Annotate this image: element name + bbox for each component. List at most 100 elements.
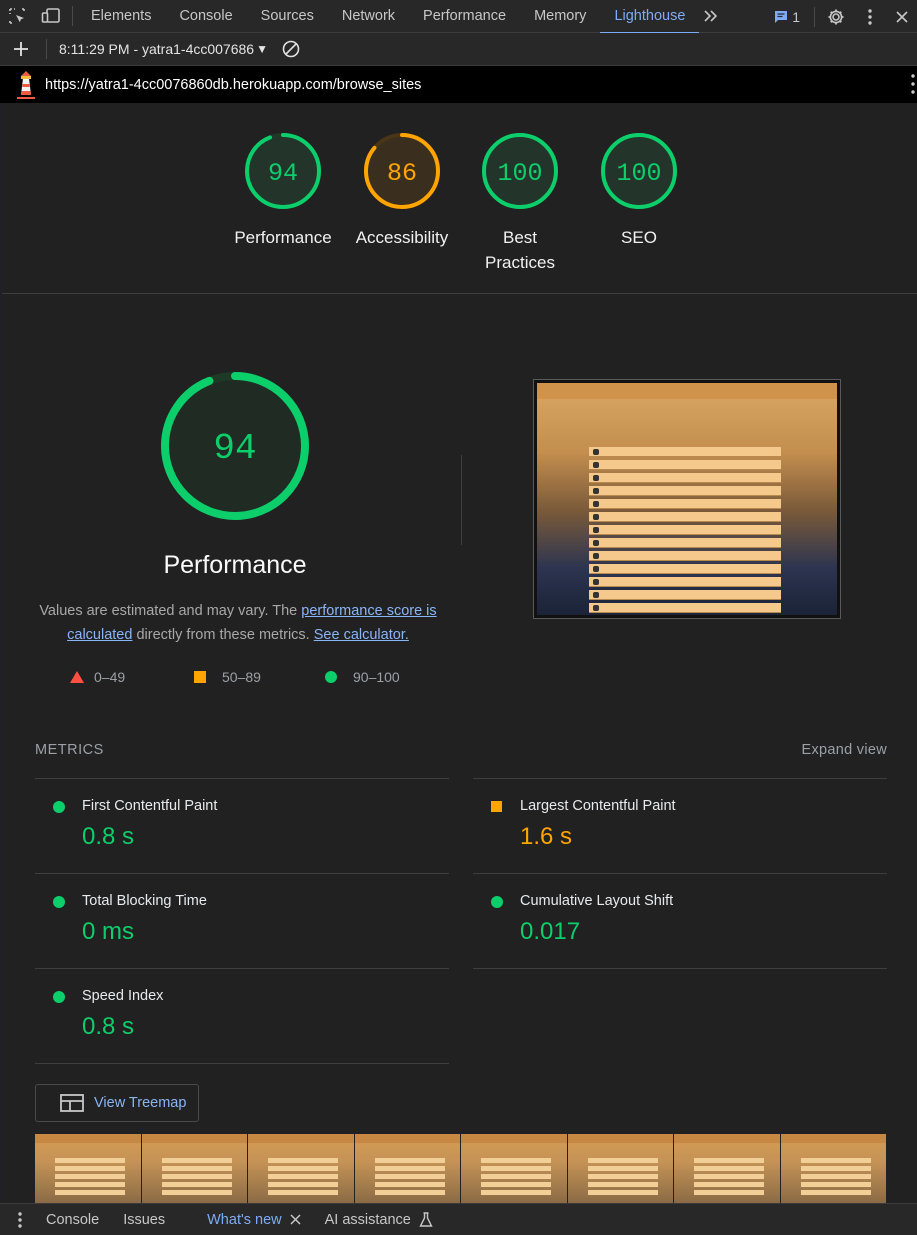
gauge-accessibility-label: Accessibility [355,228,449,247]
device-toolbar-icon[interactable] [34,0,68,33]
gauge-seo-ring: 100 [601,133,677,209]
filmstrip-frame [248,1134,355,1203]
circle-pass-icon [491,896,503,908]
expand-view-toggle[interactable]: Expand view [801,742,887,758]
metric-row-divider [35,1063,449,1064]
message-icon [775,10,788,23]
treemap-icon [60,1094,84,1112]
final-screenshot-image [537,383,837,615]
issues-badge[interactable]: 1 [764,9,810,25]
close-tab-icon[interactable] [290,1214,301,1225]
drawer-tabbar: Console Issues What's new AI assistance [0,1203,917,1235]
more-tabs-chevron-icon[interactable] [699,0,723,33]
gauge-performance-value: 94 [268,159,298,188]
toolbar-separator [814,6,815,27]
tab-elements[interactable]: Elements [77,0,165,33]
filmstrip-frame [35,1134,142,1203]
drawer-tab-whats-new[interactable]: What's new [195,1204,313,1235]
performance-title: Performance [163,551,307,579]
filmstrip-frame [461,1134,568,1203]
tab-sources[interactable]: Sources [247,0,328,33]
tab-memory[interactable]: Memory [520,0,600,33]
tab-lighthouse[interactable]: Lighthouse [600,0,700,34]
gauge-best-practices-label: Best Practices [485,228,555,272]
section-divider [2,293,917,294]
final-screenshot[interactable] [533,379,841,619]
gauge-performance-label: Performance [234,228,332,247]
gauge-best-practices-value: 100 [497,159,542,188]
square-average-icon [491,801,502,812]
gauge-accessibility[interactable]: 86 Accessibility [347,131,457,250]
metric-first-contentful-paint: First Contentful Paint 0.8 s [35,778,449,873]
square-average-icon [194,671,206,683]
gauge-seo-label: SEO [621,228,657,247]
metric-largest-contentful-paint: Largest Contentful Paint 1.6 s [473,778,887,873]
gauge-performance-ring: 94 [245,133,321,209]
drawer-menu-icon[interactable] [0,1203,40,1235]
devtools-main-toolbar: Elements Console Sources Network Perform… [0,0,917,34]
vertical-separator [461,455,462,545]
gauge-performance[interactable]: 94 Performance [228,131,338,250]
lighthouse-report-toolbar: 8:11:29 PM - yatra1-4cc007686 ▼ [0,33,917,66]
gauge-seo[interactable]: 100 SEO [584,131,694,250]
filmstrip-frame [780,1134,887,1203]
circle-pass-icon [325,671,337,683]
filmstrip-frame [567,1134,674,1203]
report-url[interactable]: https://yatra1-4cc0076860db.herokuapp.co… [45,77,421,93]
view-treemap-label: View Treemap [94,1095,187,1111]
drawer-tab-ai-assistance[interactable]: AI assistance [313,1204,445,1235]
circle-pass-icon [53,991,65,1003]
close-devtools-icon[interactable] [887,0,917,33]
dropdown-triangle-icon: ▼ [256,42,268,56]
flask-icon [419,1211,433,1227]
lighthouse-logo-icon [15,70,37,99]
metrics-header: METRICS Expand view [35,742,887,758]
settings-gear-icon[interactable] [819,0,853,33]
legend-fail: 0–49 [70,669,125,685]
filmstrip-frame [674,1134,781,1203]
gauge-accessibility-value: 86 [387,159,417,188]
circle-pass-icon [53,896,65,908]
metric-cumulative-layout-shift: Cumulative Layout Shift 0.017 [473,873,887,968]
clear-all-block-icon[interactable] [271,33,311,66]
triangle-fail-icon [70,671,84,683]
report-selector-label: 8:11:29 PM - yatra1-4cc007686 [59,41,255,57]
toolbar-separator [46,39,47,59]
tab-network[interactable]: Network [328,0,409,33]
issues-count: 1 [792,8,800,25]
report-url-bar: https://yatra1-4cc0076860db.herokuapp.co… [0,66,917,103]
filmstrip [35,1134,887,1203]
lighthouse-report: 94 Performance 86 Accessibility 100 Best… [2,103,917,1203]
circle-pass-icon [53,801,65,813]
performance-big-gauge: 94 [160,371,310,526]
drawer-tab-ai-assistance-label: AI assistance [324,1211,411,1228]
see-calculator-link[interactable]: See calculator. [314,627,409,643]
legend-pass: 90–100 [325,669,400,685]
view-treemap-button[interactable]: View Treemap [35,1084,199,1122]
performance-description: Values are estimated and may vary. The p… [39,603,437,643]
filmstrip-frame [141,1134,248,1203]
report-selector[interactable]: 8:11:29 PM - yatra1-4cc007686 ▼ [51,41,271,57]
metrics-heading: METRICS [35,742,104,758]
drawer-tab-issues[interactable]: Issues [111,1204,195,1235]
gauge-best-practices[interactable]: 100 Best Practices [465,131,575,275]
url-bar-more-icon[interactable] [911,73,915,100]
tab-performance[interactable]: Performance [409,0,520,33]
drawer-tab-console[interactable]: Console [40,1204,111,1235]
gauge-seo-value: 100 [616,159,661,188]
new-report-plus-icon[interactable] [0,33,42,66]
metric-speed-index: Speed Index 0.8 s [35,968,449,1063]
score-gauges: 94 Performance 86 Accessibility 100 Best… [2,131,917,291]
gauge-best-practices-ring: 100 [482,133,558,209]
metric-total-blocking-time: Total Blocking Time 0 ms [35,873,449,968]
inspect-element-icon[interactable] [0,0,34,33]
toolbar-separator [72,6,73,26]
metric-row-divider [473,968,887,969]
gauge-accessibility-ring: 86 [364,133,440,209]
legend-average: 50–89 [194,669,261,685]
performance-big-score: 94 [213,428,256,469]
drawer-tab-whats-new-label: What's new [207,1211,282,1228]
tab-console[interactable]: Console [165,0,246,33]
more-options-icon[interactable] [853,0,887,33]
filmstrip-frame [354,1134,461,1203]
